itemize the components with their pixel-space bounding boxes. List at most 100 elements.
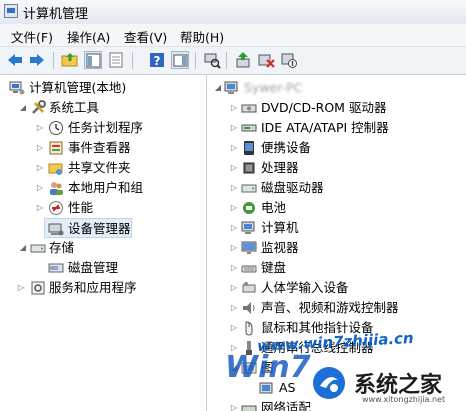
expand-arrow-icon[interactable]: ▷ [35, 178, 45, 198]
show-tree-icon[interactable] [84, 51, 102, 69]
svg-text:?: ? [154, 54, 161, 68]
device-category-icon [241, 260, 257, 276]
up-folder-icon[interactable] [61, 51, 79, 69]
device-category-row[interactable]: ▷ IDE ATA/ATAPI 控制器 [211, 118, 466, 138]
storage-icon [30, 240, 46, 256]
expand-arrow-icon[interactable]: ▷ [229, 138, 239, 158]
device-category-icon [241, 180, 257, 196]
computer-name: Sywer-PC [244, 80, 303, 95]
users-icon [48, 180, 64, 196]
menu-help[interactable]: 帮助(H) [180, 27, 224, 46]
device-category-label: 监视器 [261, 240, 299, 255]
device-category-icon [241, 300, 257, 316]
tree-item-label: 磁盘管理 [68, 260, 119, 275]
tree-item-storage[interactable]: ◢ 存储 [0, 238, 206, 258]
device-category-row[interactable]: ▷ 磁盘驱动器 [211, 178, 466, 198]
device-category-icon [241, 320, 257, 336]
device-category-label: 磁盘驱动器 [261, 180, 324, 195]
device-category-row[interactable]: ▷ DVD/CD-ROM 驱动器 [211, 98, 466, 118]
forward-icon[interactable] [28, 51, 46, 69]
computer-icon [224, 80, 240, 96]
device-category-label: 键盘 [261, 260, 287, 275]
expand-arrow-icon[interactable]: ▷ [229, 158, 239, 178]
expand-arrow-icon[interactable]: ▷ [35, 198, 45, 218]
toolbar: ? [0, 47, 466, 75]
expand-arrow-icon[interactable]: ◢ [18, 238, 28, 258]
shared-folder-icon [48, 160, 64, 176]
watermark-win7: Win7 [225, 350, 311, 385]
tree-item-label: 系统工具 [49, 100, 100, 115]
expand-arrow-icon[interactable]: ▷ [229, 178, 239, 198]
expand-arrow-icon[interactable]: ◢ [18, 98, 28, 118]
device-category-icon [241, 160, 257, 176]
tree-item-root[interactable]: 计算机管理(本地) [0, 78, 206, 98]
tree-item-device-manager[interactable]: 设备管理器 [44, 218, 132, 238]
expand-arrow-icon[interactable]: ▷ [35, 158, 45, 178]
tree-item-disk-management[interactable]: 磁盘管理 [0, 258, 206, 278]
tree-item-system-tools[interactable]: ◢ 系统工具 [0, 98, 206, 118]
tree-item-event-viewer[interactable]: ▷ 事件查看器 [0, 138, 206, 158]
device-category-row[interactable]: ▷ 声音、视频和游戏控制器 [211, 298, 466, 318]
uninstall-icon[interactable] [257, 51, 275, 69]
device-category-row[interactable]: ▷ 键盘 [211, 258, 466, 278]
expand-arrow-icon[interactable]: ▷ [229, 118, 239, 138]
device-category-label: 电池 [261, 200, 287, 215]
menu-bar: 文件(F) 操作(A) 查看(V) 帮助(H) [0, 24, 466, 47]
menu-view[interactable]: 查看(V) [124, 27, 167, 46]
view-icon[interactable] [171, 51, 189, 69]
device-category-icon [241, 240, 257, 256]
expand-arrow-icon[interactable]: ▷ [229, 398, 239, 411]
expand-arrow-icon[interactable]: ▷ [35, 138, 45, 158]
tree-item-label: 任务计划程序 [68, 120, 144, 135]
device-category-row[interactable]: ▷ 人体学输入设备 [211, 278, 466, 298]
expand-arrow-icon[interactable]: ▷ [16, 278, 26, 298]
tree-item-local-users[interactable]: ▷ 本地用户和组 [0, 178, 206, 198]
expand-arrow-icon[interactable]: ▷ [229, 318, 239, 338]
expand-arrow-icon[interactable]: ◢ [213, 78, 223, 98]
expand-arrow-icon[interactable]: ▷ [229, 258, 239, 278]
expand-arrow-icon[interactable]: ▷ [229, 98, 239, 118]
expand-arrow-icon[interactable]: ▷ [229, 298, 239, 318]
device-category-icon [241, 220, 257, 236]
device-category-icon [241, 200, 257, 216]
device-root-computer[interactable]: ◢ Sywer-PC [211, 78, 466, 98]
device-category-row[interactable]: ▷ 计算机 [211, 218, 466, 238]
menu-file[interactable]: 文件(F) [11, 27, 53, 46]
expand-arrow-icon[interactable]: ▷ [229, 198, 239, 218]
device-category-icon [241, 400, 257, 411]
tree-item-performance[interactable]: ▷ 性能 [0, 198, 206, 218]
device-category-icon [241, 100, 257, 116]
toolbar-separator [195, 52, 196, 69]
device-category-label: DVD/CD-ROM 驱动器 [261, 100, 387, 115]
tree-item-label: 共享文件夹 [68, 160, 131, 175]
device-category-row[interactable]: ▷ 监视器 [211, 238, 466, 258]
device-category-icon [241, 140, 257, 156]
disable-icon[interactable] [280, 51, 298, 69]
navigation-tree: 计算机管理(本地) ◢ 系统工具 ▷ 任务计划程序 ▷ 事件查看器 ▷ 共享文件… [0, 75, 207, 411]
menu-action[interactable]: 操作(A) [67, 27, 110, 46]
back-icon[interactable] [6, 51, 24, 69]
disk-management-icon [48, 260, 64, 276]
device-category-label: 网络适配 [261, 400, 312, 411]
expand-arrow-icon[interactable]: ▷ [229, 278, 239, 298]
device-category-row[interactable]: ▷ 电池 [211, 198, 466, 218]
system-tools-icon [30, 100, 46, 116]
tree-item-label: 设备管理器 [68, 221, 131, 236]
tree-item-shared-folders[interactable]: ▷ 共享文件夹 [0, 158, 206, 178]
event-viewer-icon [48, 140, 64, 156]
expand-arrow-icon[interactable]: ▷ [35, 118, 45, 138]
update-driver-icon[interactable] [234, 51, 252, 69]
title-bar: 计算机管理 [0, 0, 466, 25]
expand-arrow-icon[interactable]: ▷ [229, 238, 239, 258]
expand-arrow-icon[interactable]: ▷ [229, 218, 239, 238]
device-category-row[interactable]: ▷ 处理器 [211, 158, 466, 178]
tree-item-task-scheduler[interactable]: ▷ 任务计划程序 [0, 118, 206, 138]
performance-icon [48, 200, 64, 216]
properties-icon[interactable] [107, 51, 125, 69]
device-category-row[interactable]: ▷ 便携设备 [211, 138, 466, 158]
device-category-label: 人体学输入设备 [261, 280, 349, 295]
tree-item-services-apps[interactable]: ▷ 服务和应用程序 [0, 278, 206, 298]
help-icon[interactable]: ? [148, 51, 166, 69]
scan-hardware-icon[interactable] [203, 51, 221, 69]
tree-item-label: 服务和应用程序 [49, 280, 137, 295]
